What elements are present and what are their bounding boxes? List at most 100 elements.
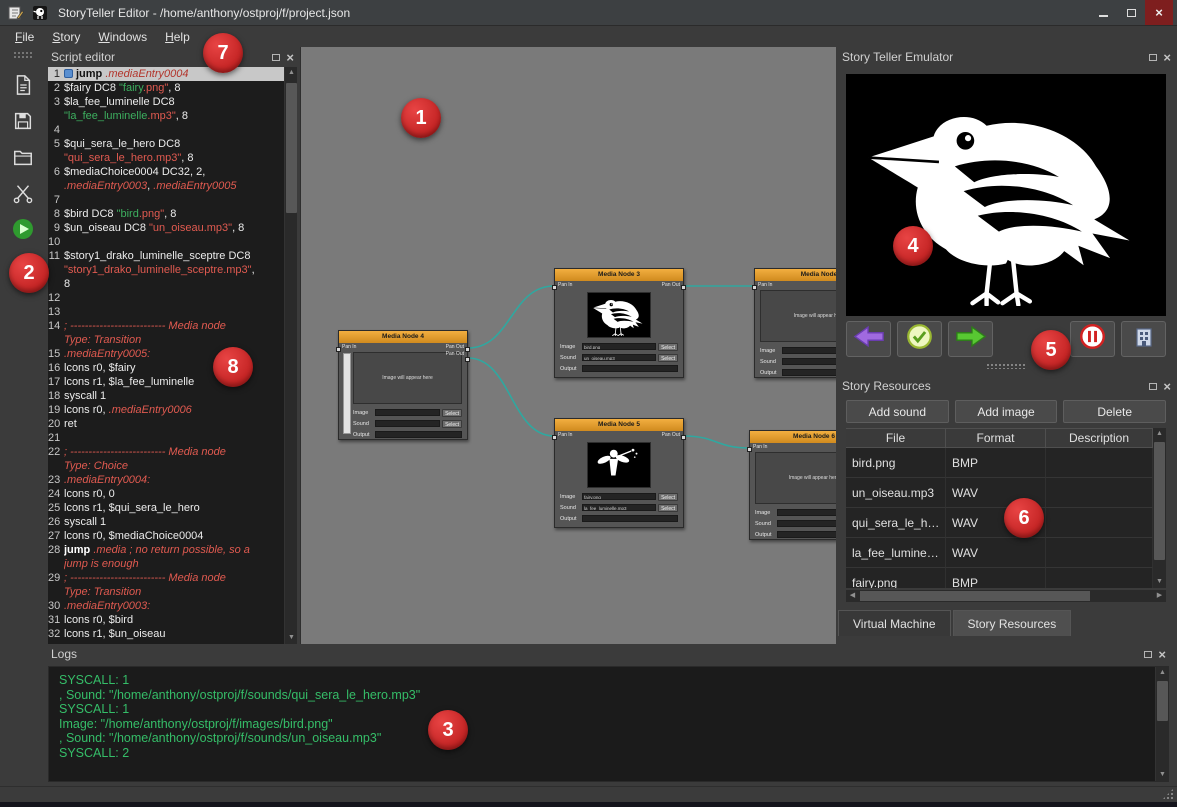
- column-header[interactable]: File: [846, 428, 946, 448]
- node-field-input[interactable]: [582, 365, 678, 372]
- float-panel-icon[interactable]: [272, 54, 280, 61]
- splitter-handle[interactable]: [986, 363, 1026, 369]
- menu-item-story[interactable]: Story: [43, 28, 89, 46]
- node-select-button[interactable]: Select: [442, 409, 462, 417]
- scroll-down-icon[interactable]: ▼: [1156, 769, 1169, 781]
- code-line[interactable]: 7: [48, 193, 284, 207]
- code-line[interactable]: 4: [48, 123, 284, 137]
- node-field-input[interactable]: [777, 520, 836, 527]
- code-line[interactable]: Type: Transition: [48, 333, 284, 347]
- node-field-input[interactable]: un_oiseau.mp3: [582, 354, 656, 361]
- new-script-icon[interactable]: [8, 70, 38, 100]
- node-field-input[interactable]: [777, 531, 836, 538]
- code-line[interactable]: 1jump .mediaEntry0004: [48, 67, 284, 81]
- scroll-up-icon[interactable]: ▲: [1153, 428, 1166, 440]
- scroll-up-icon[interactable]: ▲: [285, 67, 297, 79]
- resize-grip[interactable]: [1162, 788, 1174, 800]
- table-hscrollbar[interactable]: ◀ ▶: [846, 590, 1166, 602]
- save-icon[interactable]: [8, 106, 38, 136]
- title-bar[interactable]: StoryTeller Editor - /home/anthony/ostpr…: [0, 0, 1177, 26]
- cut-icon[interactable]: [8, 178, 38, 208]
- node-field-input[interactable]: [375, 431, 462, 438]
- media-node[interactable]: Media Node 3Pan InPan OutImagebird.pngSe…: [554, 268, 684, 378]
- delete-button[interactable]: Delete: [1063, 400, 1166, 423]
- code-line[interactable]: 20ret: [48, 417, 284, 431]
- code-line[interactable]: 18syscall 1: [48, 389, 284, 403]
- code-line[interactable]: 12: [48, 291, 284, 305]
- code-line[interactable]: 31lcons r0, $bird: [48, 613, 284, 627]
- forward-button[interactable]: [948, 321, 993, 357]
- tab-story-resources[interactable]: Story Resources: [953, 610, 1072, 636]
- scrollbar-thumb[interactable]: [1157, 681, 1168, 721]
- menu-item-help[interactable]: Help: [156, 28, 199, 46]
- scroll-down-icon[interactable]: ▼: [1153, 576, 1166, 588]
- media-node[interactable]: Media Node 6Pan InImage will appear here…: [749, 430, 836, 540]
- code-line[interactable]: 8: [48, 277, 284, 291]
- scroll-down-icon[interactable]: ▼: [285, 632, 297, 644]
- code-line[interactable]: Type: Transition: [48, 585, 284, 599]
- code-line[interactable]: 25lcons r1, $qui_sera_le_hero: [48, 501, 284, 515]
- code-line[interactable]: 3$la_fee_luminelle DC8: [48, 95, 284, 109]
- close-panel-icon[interactable]: ×: [1163, 51, 1171, 64]
- toolbar-grip[interactable]: [13, 51, 33, 59]
- node-select-button[interactable]: Select: [658, 354, 678, 362]
- media-node[interactable]: Media Node 4Pan InPan OutPan OutImage wi…: [338, 330, 468, 440]
- minimize-button[interactable]: [1089, 0, 1117, 25]
- menu-item-windows[interactable]: Windows: [89, 28, 156, 46]
- code-line[interactable]: 29; -------------------------- Media nod…: [48, 571, 284, 585]
- code-line[interactable]: 13: [48, 305, 284, 319]
- code-line[interactable]: jump is enough: [48, 557, 284, 571]
- code-line[interactable]: 21: [48, 431, 284, 445]
- script-scrollbar[interactable]: ▲ ▼: [284, 67, 297, 644]
- run-icon[interactable]: [8, 214, 38, 244]
- node-field-input[interactable]: [582, 515, 678, 522]
- media-node[interactable]: Media NodePan InImage will appear hereIm…: [754, 268, 836, 378]
- node-select-button[interactable]: Select: [658, 493, 678, 501]
- maximize-button[interactable]: [1117, 0, 1145, 25]
- code-line[interactable]: Type: Choice: [48, 459, 284, 473]
- node-field-input[interactable]: fairy.png: [582, 493, 656, 500]
- node-field-input[interactable]: [375, 420, 440, 427]
- tab-virtual-machine[interactable]: Virtual Machine: [838, 610, 951, 636]
- code-line[interactable]: 26syscall 1: [48, 515, 284, 529]
- code-line[interactable]: 5$qui_sera_le_hero DC8: [48, 137, 284, 151]
- code-line[interactable]: "story1_drako_luminelle_sceptre.mp3",: [48, 263, 284, 277]
- node-select-button[interactable]: Select: [658, 504, 678, 512]
- scroll-right-icon[interactable]: ▶: [1153, 590, 1166, 602]
- code-line[interactable]: 23.mediaEntry0004:: [48, 473, 284, 487]
- code-line[interactable]: 10: [48, 235, 284, 249]
- node-field-input[interactable]: [782, 369, 836, 376]
- code-line[interactable]: 28jump .media ; no return possible, so a: [48, 543, 284, 557]
- code-line[interactable]: 6$mediaChoice0004 DC32, 2,: [48, 165, 284, 179]
- code-line[interactable]: 8$bird DC8 "bird.png", 8: [48, 207, 284, 221]
- float-panel-icon[interactable]: [1149, 383, 1157, 390]
- column-header[interactable]: Description: [1046, 428, 1153, 448]
- code-line[interactable]: 14; -------------------------- Media nod…: [48, 319, 284, 333]
- code-line[interactable]: "la_fee_luminelle.mp3", 8: [48, 109, 284, 123]
- column-header[interactable]: Format: [946, 428, 1046, 448]
- log-content[interactable]: ▲ ▼ SYSCALL: 1, Sound: "/home/anthony/os…: [48, 666, 1169, 782]
- add-sound-button[interactable]: Add sound: [846, 400, 949, 423]
- code-line[interactable]: 19lcons r0, .mediaEntry0006: [48, 403, 284, 417]
- close-panel-icon[interactable]: ×: [1158, 648, 1166, 661]
- code-line[interactable]: 24lcons r0, 0: [48, 487, 284, 501]
- node-select-button[interactable]: Select: [442, 420, 462, 428]
- scroll-left-icon[interactable]: ◀: [846, 590, 859, 602]
- validate-button[interactable]: [897, 321, 942, 357]
- logs-scrollbar[interactable]: ▲ ▼: [1155, 667, 1168, 781]
- node-field-input[interactable]: [777, 509, 836, 516]
- menu-item-file[interactable]: File: [6, 28, 43, 46]
- add-image-button[interactable]: Add image: [955, 400, 1058, 423]
- script-editor[interactable]: 1jump .mediaEntry00042$fairy DC8 "fairy.…: [48, 67, 297, 644]
- home-button[interactable]: [1121, 321, 1166, 357]
- code-line[interactable]: 11$story1_drako_luminelle_sceptre DC8: [48, 249, 284, 263]
- code-line[interactable]: 2$fairy DC8 "fairy.png", 8: [48, 81, 284, 95]
- code-line[interactable]: 32lcons r1, $un_oiseau: [48, 627, 284, 641]
- back-button[interactable]: [846, 321, 891, 357]
- media-node[interactable]: Media Node 5Pan InPan OutImagefairy.pngS…: [554, 418, 684, 528]
- node-field-input[interactable]: [782, 347, 836, 354]
- node-canvas[interactable]: Media Node 4Pan InPan OutPan OutImage wi…: [300, 47, 836, 644]
- table-scrollbar[interactable]: ▲ ▼: [1153, 428, 1166, 588]
- code-line[interactable]: 27lcons r0, $mediaChoice0004: [48, 529, 284, 543]
- float-panel-icon[interactable]: [1144, 651, 1152, 658]
